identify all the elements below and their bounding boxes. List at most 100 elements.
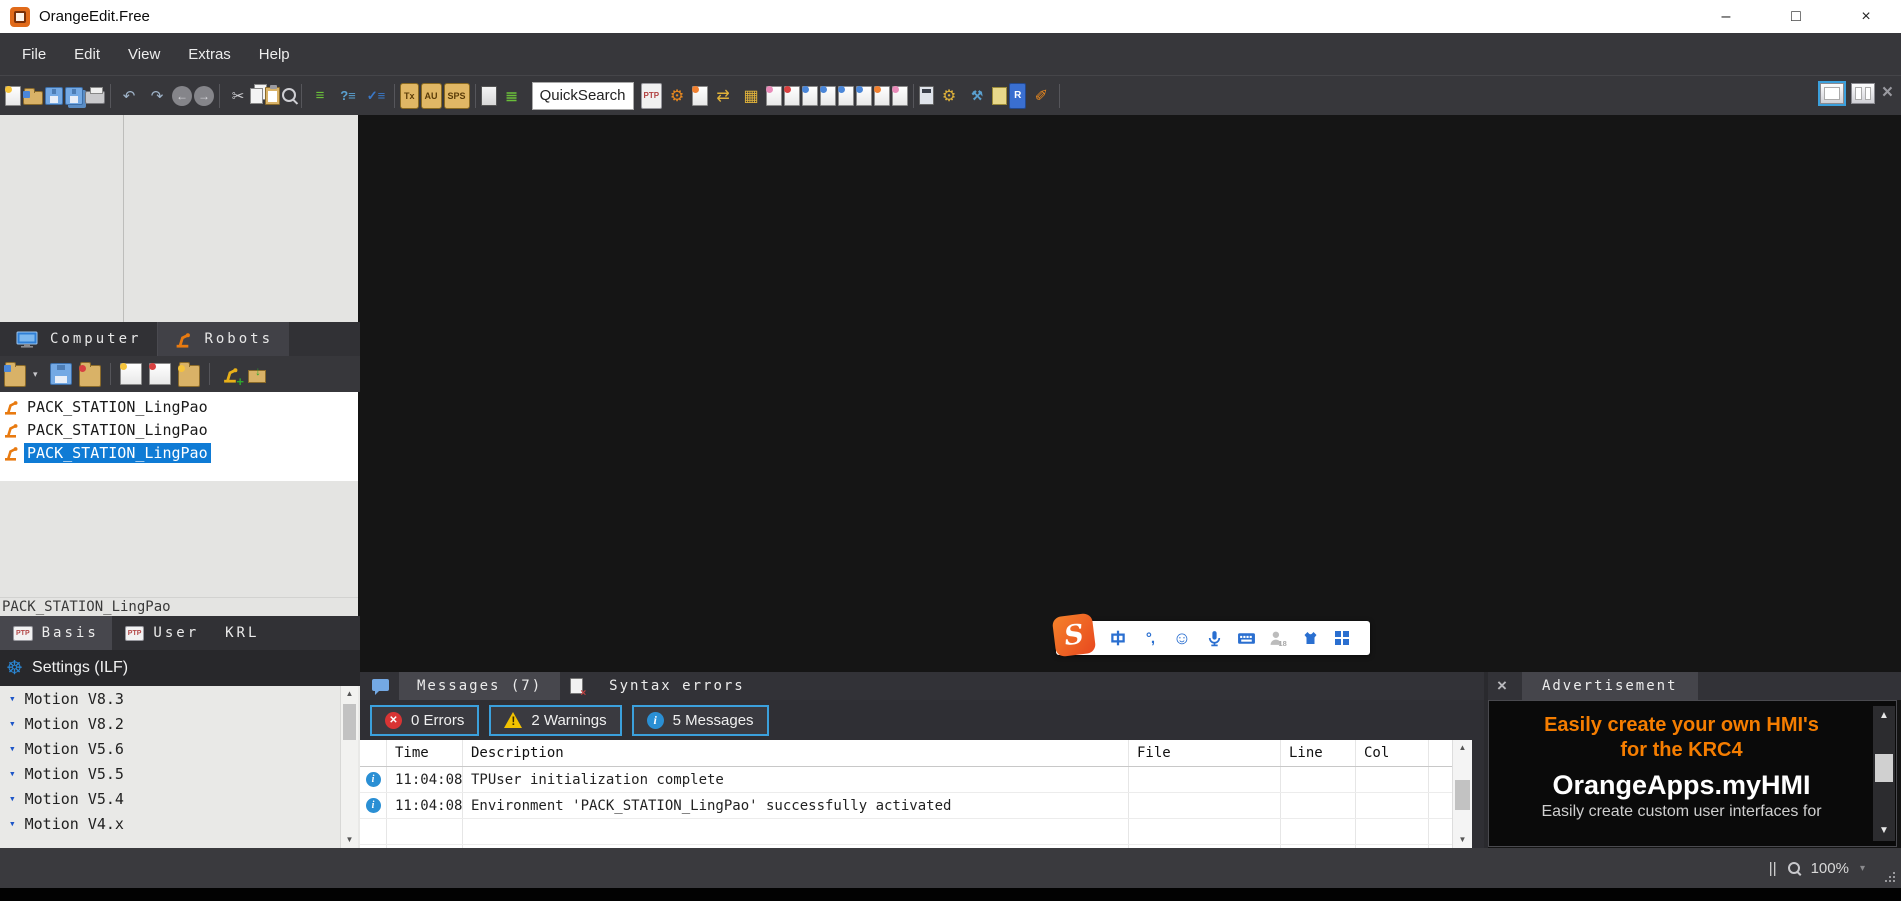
list-item[interactable]: PACK_STATION_LingPao (0, 418, 358, 441)
print-icon[interactable] (85, 91, 105, 104)
undo-icon[interactable]: ↶ (116, 83, 142, 109)
scroll-up-icon[interactable]: ▲ (1873, 706, 1895, 726)
layout-split-icon[interactable] (1851, 83, 1875, 104)
editor-area[interactable] (360, 115, 1901, 672)
chevron-down-icon[interactable]: ▾ (9, 742, 16, 755)
header-col[interactable]: Col (1356, 740, 1429, 766)
scroll-up-icon[interactable]: ▲ (341, 686, 358, 702)
header-description[interactable]: Description (463, 740, 1129, 766)
toolbox-grid-icon[interactable] (1329, 625, 1355, 651)
list-item[interactable]: PACK_STATION_LingPao (0, 395, 358, 418)
tab-robots[interactable]: Robots (157, 322, 289, 356)
chevron-down-icon[interactable]: ▾ (9, 692, 16, 705)
tree-item-motion[interactable]: ▾Motion V8.3 (0, 686, 360, 711)
fold-list-icon[interactable]: ≡ (307, 83, 333, 109)
folder-icon[interactable] (79, 365, 101, 387)
menu-help[interactable]: Help (245, 41, 304, 68)
splitter-icon[interactable]: || (1769, 860, 1777, 877)
tab-computer[interactable]: Computer (0, 322, 157, 356)
cut-icon[interactable]: ✂ (225, 83, 251, 109)
punctuation-icon[interactable]: °, (1137, 625, 1163, 651)
open-project-dropdown-icon[interactable]: ▾ (33, 369, 43, 380)
doc-user-icon[interactable] (692, 86, 708, 106)
warnings-filter-button[interactable]: 2 Warnings (489, 705, 621, 736)
chevron-down-icon[interactable]: ▾ (9, 792, 16, 805)
close-ad-icon[interactable]: × (1488, 672, 1516, 700)
open-project-icon[interactable] (4, 365, 26, 387)
run-icon[interactable]: R (1009, 83, 1026, 109)
maximize-button[interactable]: □ (1761, 0, 1831, 33)
doc-tool-icon[interactable] (838, 86, 854, 106)
new-file-icon[interactable] (120, 363, 142, 385)
advertisement-scrollbar[interactable]: ▲ ▼ (1873, 706, 1895, 841)
menu-file[interactable]: File (8, 41, 60, 68)
errors-filter-button[interactable]: 0 Errors (370, 705, 479, 736)
wrench-icon[interactable]: ⚒ (964, 83, 990, 109)
header-file[interactable]: File (1129, 740, 1281, 766)
calculator-icon[interactable] (919, 86, 934, 105)
save-all-icon[interactable] (65, 87, 83, 105)
check-list-icon[interactable]: ✓≡ (363, 83, 389, 109)
add-robot-icon[interactable] (219, 363, 241, 385)
swap-arrows-icon[interactable]: ⇄ (710, 83, 736, 109)
skin-icon[interactable] (1297, 625, 1323, 651)
tx-vars-icon[interactable]: Tx (400, 83, 419, 109)
save-robot-icon[interactable] (50, 363, 72, 385)
navigate-back-icon[interactable]: ← (172, 86, 192, 106)
tree-item-motion[interactable]: ▾Motion V5.6 (0, 736, 360, 761)
key-config-icon[interactable]: ⚙ (936, 83, 962, 109)
chevron-down-icon[interactable]: ▾ (9, 817, 16, 830)
header-time[interactable]: Time (387, 740, 463, 766)
new-doc-icon[interactable] (481, 86, 497, 106)
list-item-selected[interactable]: PACK_STATION_LingPao (0, 441, 358, 464)
param-list-icon[interactable]: ?≡ (335, 83, 361, 109)
messages-filter-button[interactable]: 5 Messages (632, 705, 769, 736)
import-archive-icon[interactable] (248, 370, 266, 383)
scroll-down-icon[interactable]: ▼ (1453, 832, 1472, 848)
quicksearch-input[interactable] (532, 82, 634, 110)
search-icon[interactable] (282, 88, 296, 102)
close-pane-icon[interactable]: × (1882, 82, 1893, 104)
chevron-down-icon[interactable]: ▾ (9, 717, 16, 730)
teach-robot-icon[interactable]: ⚙ (664, 83, 690, 109)
open-icon[interactable] (23, 91, 43, 105)
scroll-down-icon[interactable]: ▼ (1873, 821, 1895, 841)
doc-tool-icon[interactable] (892, 86, 908, 106)
sps-vars-icon[interactable]: SPS (444, 83, 470, 109)
au-vars-icon[interactable]: AU (421, 83, 442, 109)
new-file-icon[interactable] (5, 86, 21, 106)
robot-map-icon[interactable] (766, 86, 782, 106)
resize-grip[interactable] (1881, 868, 1897, 884)
minimize-button[interactable]: – (1691, 0, 1761, 33)
tab-advertisement[interactable]: Advertisement (1522, 672, 1698, 700)
explorer-pane-divider[interactable] (123, 115, 124, 322)
table-row[interactable]: 11:04:08 TPUser initialization complete (360, 767, 1452, 793)
menu-view[interactable]: View (114, 41, 174, 68)
ptp-command-icon[interactable]: PTP (641, 83, 663, 109)
tree-item-motion[interactable]: ▾Motion V4.x (0, 811, 360, 836)
emoji-icon[interactable]: ☺ (1169, 625, 1195, 651)
advertisement-content[interactable]: Easily create your own HMI's for the KRC… (1488, 700, 1897, 847)
doc-tool-icon[interactable] (820, 86, 836, 106)
new-src-file-icon[interactable] (149, 363, 171, 385)
messages-scrollbar[interactable]: ▲ ▼ (1452, 740, 1472, 848)
menu-extras[interactable]: Extras (174, 41, 245, 68)
redo-icon[interactable]: ↷ (144, 83, 170, 109)
doc-tool-icon[interactable] (856, 86, 872, 106)
zoom-level[interactable]: 100% (1811, 860, 1849, 877)
tab-messages[interactable]: Messages (7) (399, 672, 560, 700)
zoom-search-icon[interactable] (1788, 862, 1800, 874)
close-button[interactable]: × (1831, 0, 1901, 33)
menu-edit[interactable]: Edit (60, 41, 114, 68)
paste-icon[interactable] (265, 87, 280, 105)
microphone-icon[interactable] (1201, 625, 1227, 651)
table-row[interactable]: 11:04:08 Environment 'PACK_STATION_LingP… (360, 793, 1452, 819)
layout-single-icon[interactable] (1820, 83, 1844, 104)
doc-lines-icon[interactable]: ≣ (499, 83, 525, 109)
tab-basis[interactable]: PTP Basis (0, 616, 112, 650)
measure-icon[interactable]: ✐ (1028, 83, 1054, 109)
doc-tool-icon[interactable] (874, 86, 890, 106)
notes-icon[interactable] (992, 87, 1007, 105)
scrollbar-thumb[interactable] (1875, 754, 1893, 782)
member-login-icon[interactable]: 18 (1265, 625, 1291, 651)
